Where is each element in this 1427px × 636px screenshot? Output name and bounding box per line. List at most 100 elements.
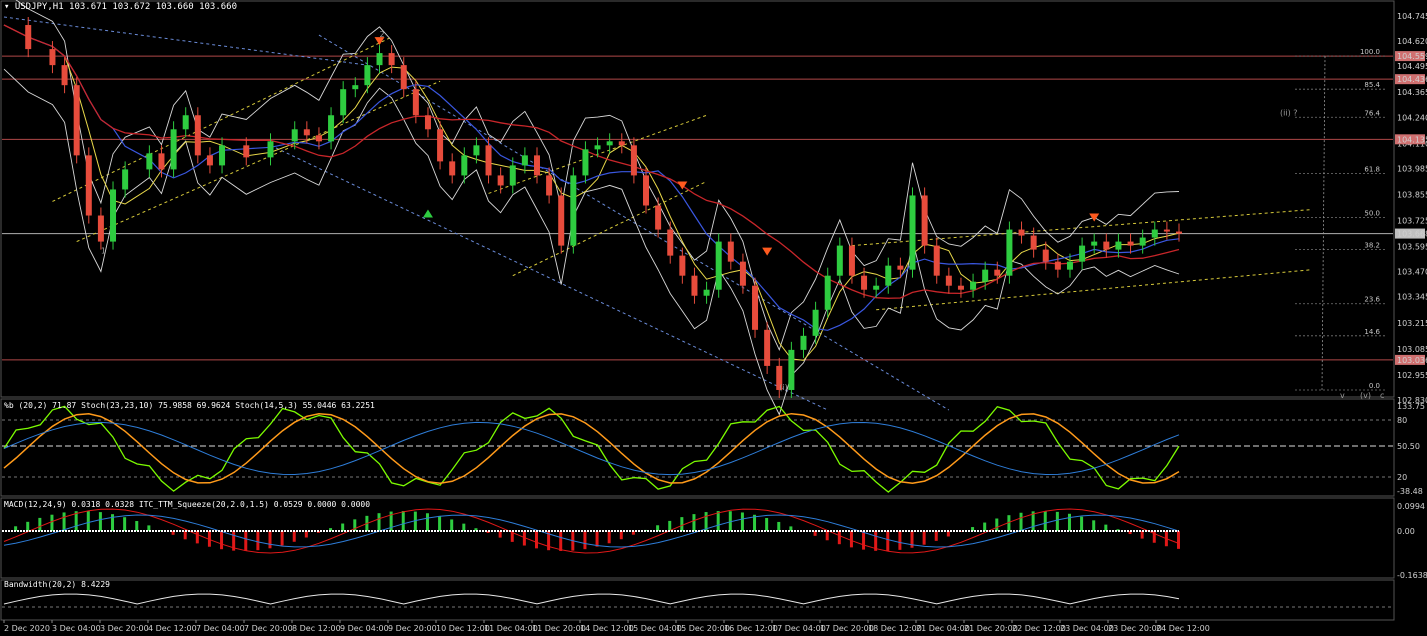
- candle-body: [1079, 245, 1086, 262]
- candle-body: [618, 141, 625, 146]
- time-axis-label: 7 Dec 20:00: [244, 624, 293, 633]
- candle-body: [873, 285, 880, 290]
- candle-body: [945, 275, 952, 286]
- macd-histogram-bar: [183, 531, 187, 540]
- macd-histogram-bar: [220, 531, 224, 550]
- macd-histogram-bar: [898, 531, 902, 550]
- time-axis-label: 3 Dec 04:00: [52, 624, 101, 633]
- macd-histogram-bar: [123, 517, 127, 531]
- candle-body: [1103, 241, 1110, 250]
- macd-histogram-bar: [438, 515, 442, 531]
- candle-body: [1018, 229, 1025, 236]
- candle-body: [376, 53, 383, 66]
- price-axis-label: 103.985: [1397, 164, 1427, 173]
- candle-body: [994, 269, 1001, 276]
- candle-body: [49, 49, 56, 66]
- symbol-header[interactable]: ▾ USDJPY,H1 103.671 103.672 103.660 103.…: [4, 2, 237, 12]
- macd-histogram-bar: [401, 511, 405, 531]
- time-axis-label: 10 Dec 12:00: [436, 624, 490, 633]
- macd-histogram-bar: [50, 514, 54, 531]
- candle-body: [509, 165, 516, 186]
- candle-body: [570, 175, 577, 246]
- candle-body: [643, 175, 650, 206]
- macd-histogram-bar: [668, 520, 672, 531]
- candle-body: [1115, 241, 1122, 250]
- candle-body: [727, 241, 734, 262]
- candle-body: [788, 349, 795, 390]
- candle-body: [521, 155, 528, 166]
- candle-body: [812, 309, 819, 336]
- candle-body: [206, 155, 213, 166]
- candle-body: [921, 195, 928, 246]
- main-pane-frame: [0, 0, 1395, 398]
- macd-histogram-bar: [1092, 520, 1096, 531]
- dropdown-icon[interactable]: ▾: [4, 2, 9, 12]
- candle-body: [909, 195, 916, 270]
- macd-histogram-bar: [934, 531, 938, 541]
- trend-channel-line: [512, 180, 707, 277]
- candle-body: [194, 115, 201, 156]
- macd-histogram-bar: [983, 522, 987, 531]
- macd-histogram-bar: [86, 511, 90, 531]
- moving-average-fast: [3, 24, 1180, 361]
- candle-body: [146, 153, 153, 170]
- trend-channel-line: [3, 16, 368, 66]
- candle-body: [933, 245, 940, 276]
- macd-histogram-bar: [1177, 531, 1180, 549]
- time-axis-label: 17 Dec 20:00: [820, 624, 874, 633]
- candle-body: [861, 275, 868, 290]
- wave-label: (ii) ?: [1280, 108, 1297, 117]
- macd-histogram-bar: [341, 523, 345, 531]
- price-axis-label: 103.085: [1397, 345, 1427, 354]
- macd-histogram-bar: [922, 531, 926, 545]
- candle-body: [885, 265, 892, 286]
- candle-body: [388, 53, 395, 66]
- candle-body: [691, 275, 698, 296]
- time-axis-label: 16 Dec 12:00: [724, 624, 778, 633]
- macd-histogram-bar: [1055, 511, 1059, 531]
- candle-body: [533, 155, 540, 176]
- candle-body: [667, 229, 674, 256]
- candle-body: [630, 145, 637, 176]
- candle-body: [739, 261, 746, 286]
- candle-body: [1030, 235, 1037, 250]
- macd-histogram-bar: [38, 517, 42, 531]
- chart-canvas[interactable]: 104.745 104.620 104.495 104.365 104.240 104.1…: [0, 0, 1427, 636]
- candle-body: [97, 215, 104, 242]
- wave-label: v: [1340, 391, 1345, 400]
- macd-histogram-bar: [825, 531, 829, 541]
- candle-body: [243, 145, 250, 158]
- time-axis-label: 21 Dec 20:00: [964, 624, 1018, 633]
- macd-histogram-bar: [777, 521, 781, 531]
- fib-level-label: 0.0: [1369, 382, 1380, 390]
- candle-body: [594, 145, 601, 150]
- candle-body: [655, 205, 662, 230]
- candle-body: [1054, 261, 1061, 270]
- trend-channel-line: [76, 80, 441, 243]
- macd-histogram-bar: [256, 531, 260, 551]
- candle-body: [1127, 241, 1134, 246]
- price-axis-label: 102.955: [1397, 371, 1427, 380]
- candle-body: [497, 175, 504, 186]
- candle-body: [764, 329, 771, 366]
- macd-histogram-bar: [849, 531, 853, 548]
- price-axis-label: 104.365: [1397, 88, 1427, 97]
- moving-average-slow: [3, 24, 1180, 299]
- candle-body: [61, 65, 68, 86]
- macd-histogram-bar: [425, 513, 429, 531]
- price-axis-label: 103.345: [1397, 293, 1427, 302]
- fib-level-label: 61.8: [1364, 165, 1380, 173]
- price-axis-label: 104.240: [1397, 113, 1427, 122]
- candle-body: [315, 135, 322, 142]
- time-axis-label: 17 Dec 04:00: [772, 624, 826, 633]
- time-axis-label: 23 Dec 04:00: [1060, 624, 1114, 633]
- time-axis-label: 15 Dec 20:00: [676, 624, 730, 633]
- candle-body: [679, 255, 686, 276]
- time-axis-label: 11 Dec 04:00: [484, 624, 538, 633]
- candle-body: [1006, 229, 1013, 276]
- candle-body: [461, 155, 468, 176]
- macd-histogram-bar: [26, 521, 30, 531]
- macd-histogram-bar: [462, 523, 466, 531]
- candle-body: [897, 265, 904, 270]
- time-axis-label: 24 Dec 12:00: [1156, 624, 1210, 633]
